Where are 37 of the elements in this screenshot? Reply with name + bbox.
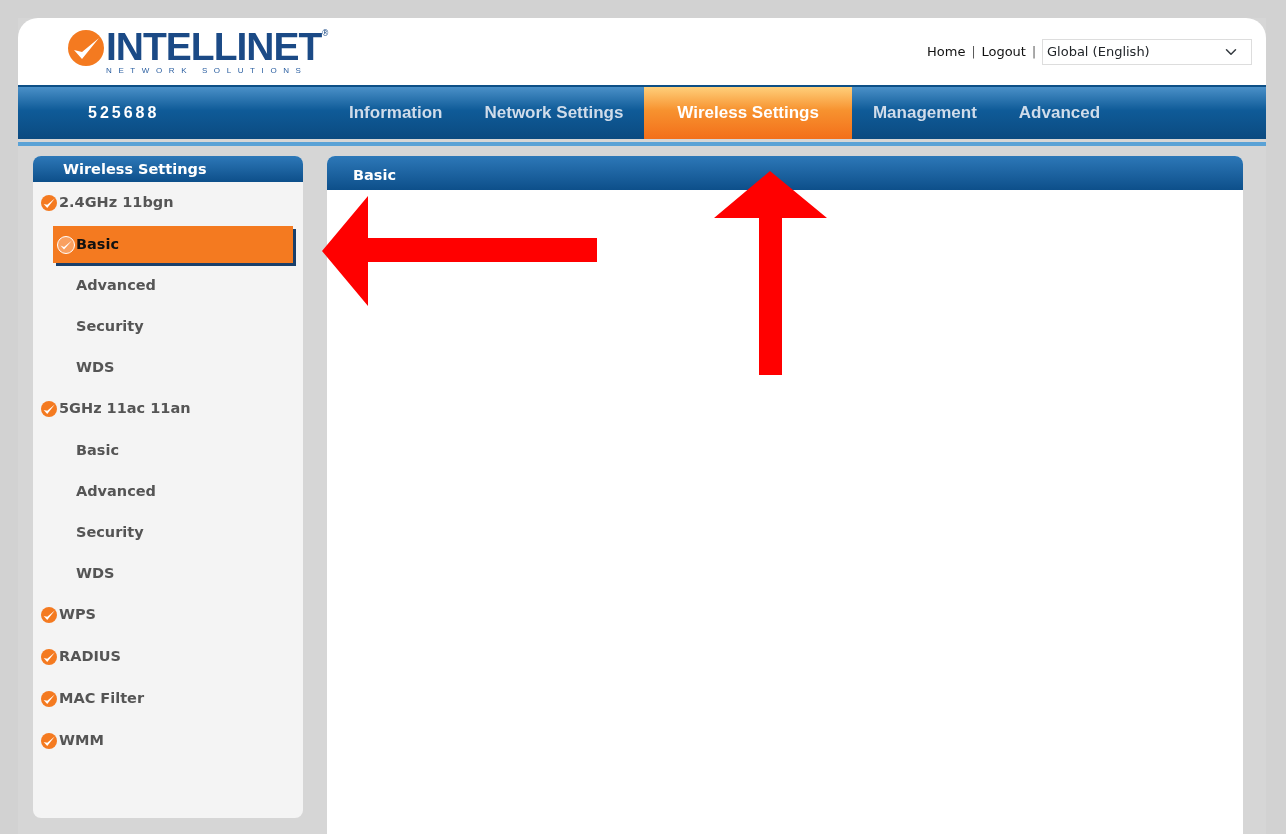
nav-tab[interactable]: Information [328, 87, 464, 139]
sidebar-subitem[interactable]: Advanced [33, 265, 303, 306]
logo-tagline: NETWORK SOLUTIONS [106, 65, 309, 76]
nav-tab[interactable]: Advanced [997, 87, 1122, 139]
check-icon [41, 733, 57, 749]
nav-tab[interactable]: Management [851, 87, 998, 139]
sidebar-item[interactable]: 5GHz 11ac 11an [33, 388, 303, 430]
check-icon [41, 607, 57, 623]
sidebar-item[interactable]: RADIUS [33, 636, 303, 678]
device-name: 525688 [87, 103, 161, 123]
check-icon [41, 649, 57, 665]
separator: | [1031, 43, 1036, 61]
check-icon [41, 691, 57, 707]
sidebar-item[interactable]: MAC Filter [33, 678, 303, 720]
sidebar-subitem[interactable]: Basic [33, 430, 303, 471]
sidebar-subitem[interactable]: Basic [53, 226, 293, 263]
sidebar-subitem[interactable]: Advanced [33, 471, 303, 512]
sidebar-title: Wireless Settings [33, 156, 303, 182]
sidebar-subitem[interactable]: WDS [33, 553, 303, 594]
nav-tab[interactable]: Network Settings [463, 87, 645, 139]
registered-mark: ® [321, 27, 330, 38]
panel-title: Basic [327, 156, 1243, 190]
check-icon [41, 195, 57, 211]
sidebar-item[interactable]: WPS [33, 594, 303, 636]
logo-wordmark: INTELLINET [106, 27, 322, 66]
sidebar-item[interactable]: WMM [33, 720, 303, 762]
logo-icon [68, 29, 104, 66]
check-icon [41, 401, 57, 417]
sidebar-subitem[interactable]: WDS [33, 347, 303, 388]
sidebar-subitem[interactable]: Security [33, 306, 303, 347]
header-link[interactable]: Home [927, 41, 966, 62]
header-link[interactable]: Logout [981, 41, 1026, 62]
check-icon [57, 235, 75, 254]
separator: | [971, 43, 976, 61]
sidebar-item[interactable]: 2.4GHz 11bgn [33, 182, 303, 224]
sidebar-subitem[interactable]: Security [33, 512, 303, 553]
language-select[interactable]: Global (English) [1042, 38, 1252, 65]
